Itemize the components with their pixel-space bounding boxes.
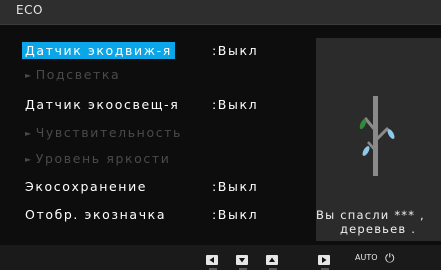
right-arrow-button[interactable]: [318, 255, 332, 270]
menu-title: ECO: [16, 3, 43, 17]
menu-item-label: Уровень яркости: [35, 151, 171, 166]
eco-osd-menu: ECO Датчик экодвиж-я :Выкл ► Подсветка Да…: [0, 0, 441, 270]
trees-saved-message: Вы спасли *** , деревьев .: [316, 208, 441, 236]
menu-item-value: :Выкл: [212, 97, 259, 112]
menu-item-value: :Выкл: [212, 179, 259, 194]
up-arrow-icon: [269, 257, 275, 262]
menu-item-value: :Выкл: [212, 207, 259, 222]
submenu-arrow-icon: ►: [25, 155, 33, 164]
trees-saved-line2: деревьев .: [340, 222, 417, 236]
menu-item-label: Экосохранение: [25, 179, 148, 194]
menu-item-label: Чувствительность: [35, 125, 183, 140]
menu-header: ECO: [0, 0, 441, 25]
right-arrow-icon: [322, 257, 327, 263]
down-arrow-icon: [239, 258, 245, 263]
menu-item-label: Датчик экодвиж-я: [22, 42, 175, 59]
left-arrow-icon: [209, 257, 214, 263]
menu-item-label: Отобр. экозначка: [25, 207, 167, 222]
menu-item-label: Датчик экоосвещ-я: [25, 97, 180, 112]
blue-leaf-icon: [362, 146, 370, 156]
submenu-arrow-icon: ►: [25, 71, 33, 80]
down-arrow-button[interactable]: [236, 255, 250, 270]
up-arrow-button[interactable]: [266, 255, 280, 270]
menu-item-label: Подсветка: [35, 67, 121, 82]
osd-button-bar: AUTO ⏻: [0, 245, 441, 270]
menu-item-value: :Выкл: [212, 43, 259, 58]
left-arrow-button[interactable]: [206, 255, 220, 270]
auto-button[interactable]: AUTO: [355, 253, 378, 262]
trees-saved-line1: Вы спасли *** ,: [316, 208, 425, 222]
submenu-arrow-icon: ►: [25, 129, 33, 138]
power-icon[interactable]: ⏻: [385, 251, 395, 266]
